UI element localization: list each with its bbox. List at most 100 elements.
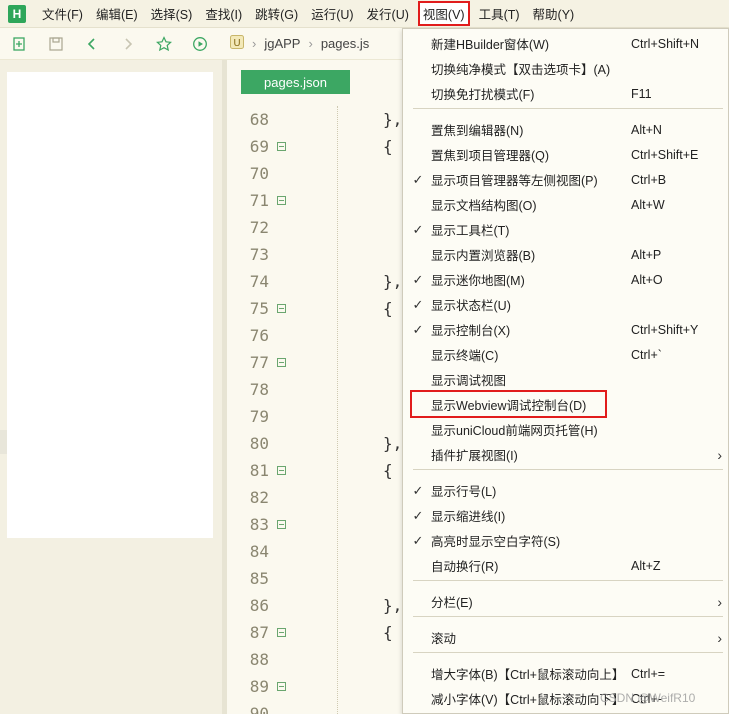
- view-menu-item[interactable]: ✓ 显示迷你地图(M) Alt+O: [403, 267, 728, 292]
- code-content[interactable]: }, {}, {}, {}, {: [383, 106, 402, 714]
- view-menu-item[interactable]: ✓ 显示状态栏(U): [403, 292, 728, 317]
- view-menu-item[interactable]: ✓ 显示工具栏(T): [403, 217, 728, 242]
- view-menu-item[interactable]: ✓ 高亮时显示空白字符(S): [403, 528, 728, 553]
- submenu-arrow-icon: ›: [717, 629, 722, 646]
- menu-find[interactable]: 查找(I): [201, 4, 246, 23]
- watermark: CSDN @WeifR10: [600, 691, 696, 705]
- line-number: 75: [249, 299, 269, 318]
- view-menu-item[interactable]: ✓ 显示缩进线(I): [403, 503, 728, 528]
- view-dropdown-menu: 新建HBuilder窗体(W) Ctrl+Shift+N 切换纯净模式【双击选项卡】…: [402, 28, 729, 714]
- run-icon[interactable]: [192, 36, 208, 52]
- forward-arrow-icon[interactable]: [120, 36, 136, 52]
- menu-help[interactable]: 帮助(Y): [529, 4, 579, 23]
- line-number: 74: [249, 272, 269, 291]
- view-menu-item[interactable]: 增大字体(B)【Ctrl+鼠标滚动向上】 Ctrl+=: [403, 661, 728, 686]
- view-menu-item[interactable]: ✓ 显示行号(L): [403, 478, 728, 503]
- gutter-row: 80: [227, 430, 337, 457]
- fold-toggle-icon[interactable]: [277, 520, 286, 529]
- view-menu-item[interactable]: 置焦到编辑器(N) Alt+N: [403, 117, 728, 142]
- view-menu-item[interactable]: 切换纯净模式【双击选项卡】(A): [403, 56, 728, 81]
- menu-item-label: 插件扩展视图(I): [431, 449, 518, 463]
- code-line: },: [383, 434, 403, 453]
- fold-toggle-icon[interactable]: [277, 628, 286, 637]
- view-menu-item[interactable]: 显示内置浏览器(B) Alt+P: [403, 242, 728, 267]
- star-icon[interactable]: [156, 35, 172, 52]
- menu-edit[interactable]: 编辑(E): [92, 4, 142, 23]
- fold-toggle-icon[interactable]: [277, 142, 286, 151]
- menu-goto[interactable]: 跳转(G): [251, 4, 302, 23]
- breadcrumb: U › jgAPP › pages.js: [230, 35, 369, 52]
- menu-item-label: 切换免打扰模式(F): [431, 88, 535, 102]
- tab-pages-json[interactable]: pages.json: [241, 70, 350, 94]
- project-icon: U: [230, 35, 244, 52]
- breadcrumb-project[interactable]: jgAPP: [264, 36, 300, 51]
- view-menu-item[interactable]: ✓ 显示项目管理器等左侧视图(P) Ctrl+B: [403, 167, 728, 192]
- fold-toggle-icon[interactable]: [277, 358, 286, 367]
- project-tree[interactable]: [7, 72, 213, 538]
- fold-toggle-icon[interactable]: [277, 196, 286, 205]
- line-number: 84: [249, 542, 269, 561]
- gutter-row: 82: [227, 484, 337, 511]
- view-menu-item[interactable]: 分栏(E) ›: [403, 589, 728, 614]
- menu-item-label: 置焦到编辑器(N): [431, 124, 524, 138]
- fold-toggle-icon[interactable]: [277, 682, 286, 691]
- fold-toggle-icon[interactable]: [277, 304, 286, 313]
- line-number: 89: [249, 677, 269, 696]
- submenu-arrow-icon: ›: [717, 593, 722, 610]
- menu-item-shortcut: Ctrl+Shift+E: [631, 147, 699, 162]
- svg-text:U: U: [233, 38, 240, 49]
- line-number: 72: [249, 218, 269, 237]
- gutter-row: 88: [227, 646, 337, 673]
- line-number: 70: [249, 164, 269, 183]
- breadcrumb-file[interactable]: pages.js: [321, 36, 369, 51]
- save-icon[interactable]: [48, 36, 64, 52]
- menu-item-label: 显示状态栏(U): [431, 299, 511, 313]
- menu-item-label: 显示控制台(X): [431, 324, 511, 338]
- menu-item-label: 显示迷你地图(M): [431, 274, 525, 288]
- highlight-box-webview-console: [410, 390, 607, 418]
- menu-item-shortcut: Alt+W: [631, 197, 665, 212]
- menu-separator: [413, 616, 723, 617]
- view-menu-item[interactable]: 滚动 ›: [403, 625, 728, 650]
- gutter-row: 76: [227, 322, 337, 349]
- menu-run[interactable]: 运行(U): [307, 4, 357, 23]
- view-menu-item[interactable]: 自动换行(R) Alt+Z: [403, 553, 728, 578]
- gutter-row: 85: [227, 565, 337, 592]
- menu-item-shortcut: Ctrl+B: [631, 172, 667, 187]
- menu-item-label: 新建HBuilder窗体(W): [431, 38, 550, 52]
- code-line: },: [383, 110, 403, 129]
- line-number: 71: [249, 191, 269, 210]
- gutter-row: 81: [227, 457, 337, 484]
- line-number: 68: [249, 110, 269, 129]
- back-arrow-icon[interactable]: [84, 36, 100, 52]
- menu-view[interactable]: 视图(V): [417, 1, 470, 26]
- view-menu-item[interactable]: 显示文档结构图(O) Alt+W: [403, 192, 728, 217]
- line-number: 77: [249, 353, 269, 372]
- view-menu-item[interactable]: ✓ 显示控制台(X) Ctrl+Shift+Y: [403, 317, 728, 342]
- menu-publish[interactable]: 发行(U): [363, 4, 413, 23]
- gutter-row: 83: [227, 511, 337, 538]
- view-menu-item[interactable]: 切换免打扰模式(F) F11: [403, 81, 728, 106]
- view-menu-item[interactable]: 置焦到项目管理器(Q) Ctrl+Shift+E: [403, 142, 728, 167]
- view-menu-item[interactable]: 显示终端(C) Ctrl+`: [403, 342, 728, 367]
- view-menu-item[interactable]: 插件扩展视图(I) ›: [403, 442, 728, 467]
- menu-item-label: 置焦到项目管理器(Q): [431, 149, 550, 163]
- menu-tools[interactable]: 工具(T): [475, 4, 524, 23]
- fold-toggle-icon[interactable]: [277, 466, 286, 475]
- checkmark-icon: ✓: [412, 507, 424, 523]
- menu-select[interactable]: 选择(S): [147, 4, 197, 23]
- menu-item-label: 显示调试视图: [431, 374, 507, 388]
- menu-file[interactable]: 文件(F): [38, 4, 87, 23]
- view-menu-item[interactable]: 显示调试视图: [403, 367, 728, 392]
- view-menu-item[interactable]: 显示uniCloud前端网页托管(H): [403, 417, 728, 442]
- new-file-icon[interactable]: [12, 36, 28, 52]
- view-menu-item[interactable]: 新建HBuilder窗体(W) Ctrl+Shift+N: [403, 31, 728, 56]
- gutter-row: 72: [227, 214, 337, 241]
